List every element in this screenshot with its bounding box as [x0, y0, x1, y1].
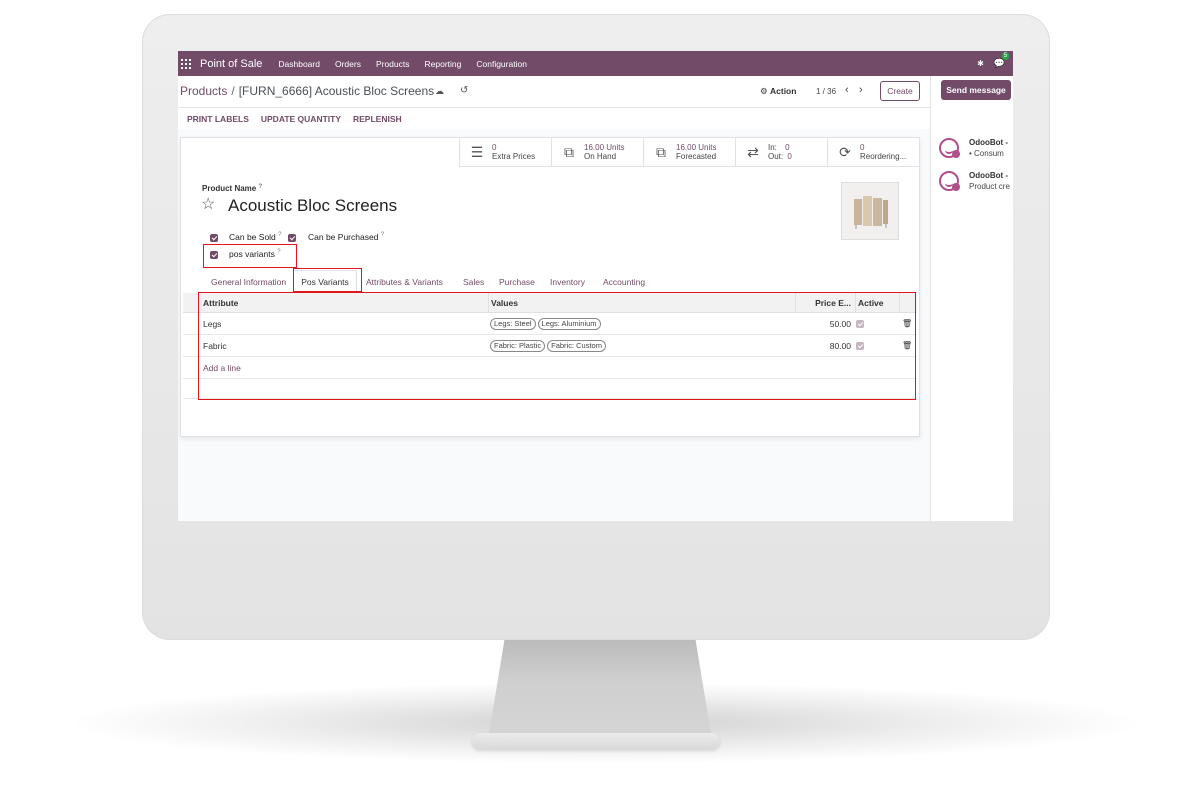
can-be-sold-label: Can be Sold ? [229, 232, 282, 242]
tab-general-information[interactable]: General Information [211, 277, 286, 287]
stat-value: 16.00 Units [676, 143, 717, 152]
smart-buttons: ☰ 0 Extra Prices ⧉ 16.00 Units On Hand ⧉ 1… [459, 138, 919, 167]
chat-icon[interactable]: 💬 5 [994, 52, 1010, 69]
tab-sales[interactable]: Sales [463, 277, 484, 287]
can-be-sold-checkbox[interactable] [210, 234, 218, 242]
in-label: In: [768, 143, 777, 152]
tab-accounting[interactable]: Accounting [603, 277, 645, 287]
send-message-button[interactable]: Send message [941, 80, 1011, 100]
pager-value[interactable]: 1 / 36 [816, 87, 836, 96]
on-hand-button[interactable]: ⧉ 16.00 Units On Hand [551, 138, 643, 167]
can-be-purchased-checkbox[interactable] [288, 234, 296, 242]
apps-grid-icon[interactable] [181, 58, 191, 69]
tab-purchase[interactable]: Purchase [499, 277, 535, 287]
list-icon: ☰ [470, 143, 484, 160]
product-name-field[interactable]: Acoustic Bloc Screens [228, 196, 397, 216]
breadcrumb-products-link[interactable]: Products [180, 84, 227, 98]
tab-inventory[interactable]: Inventory [550, 277, 585, 287]
gear-icon: ⚙ [760, 86, 768, 96]
highlight-pos-variants-tab [293, 268, 362, 292]
chatter-divider [930, 76, 931, 521]
extra-prices-button[interactable]: ☰ 0 Extra Prices [459, 138, 551, 167]
screen-panels-image [854, 196, 888, 229]
out-value: 0 [787, 152, 792, 161]
message-author: OdooBot - [969, 171, 1009, 180]
help-icon[interactable]: ? [278, 232, 281, 238]
product-name-label: Product Name ? [202, 184, 262, 193]
pager-next-icon[interactable]: › [859, 84, 863, 96]
breadcrumb: Products / [FURN_6666] Acoustic Bloc Scree… [180, 84, 434, 98]
form-statusbar: PRINT LABELS UPDATE QUANTITY REPLENISH [178, 108, 930, 129]
tab-attributes-variants[interactable]: Attributes & Variants [366, 277, 443, 287]
product-name-label-text: Product Name [202, 184, 257, 193]
chatter-message: OdooBot - Product cre [939, 171, 1010, 191]
in-value: 0 [785, 143, 790, 152]
stat-label: On Hand [584, 152, 617, 161]
stat-value: 0 [860, 143, 865, 152]
favorite-star-icon[interactable]: ☆ [201, 194, 215, 214]
odoobot-avatar [939, 171, 960, 191]
message-count-badge: 5 [1001, 52, 1010, 60]
message-author: OdooBot - [969, 138, 1009, 147]
app-title[interactable]: Point of Sale [200, 58, 262, 70]
forecasted-button[interactable]: ⧉ 16.00 Units Forecasted [643, 138, 735, 167]
in-out-button[interactable]: ⇄ In: 0 Out: 0 [735, 138, 827, 167]
message-body: • Consum [969, 149, 1004, 158]
menu-reporting[interactable]: Reporting [425, 59, 462, 69]
help-icon[interactable]: ? [258, 184, 262, 190]
can-be-purchased-label: Can be Purchased ? [308, 232, 384, 242]
menu-dashboard[interactable]: Dashboard [278, 59, 320, 69]
breadcrumb-current: [FURN_6666] Acoustic Bloc Screens [238, 84, 435, 98]
discard-icon[interactable]: ↺ [460, 85, 468, 96]
message-body: Product cre [969, 182, 1010, 191]
stat-label: Forecasted [676, 152, 717, 161]
pager-previous-icon[interactable]: ‹ [845, 84, 849, 96]
top-navbar: Point of Sale Dashboard Orders Products … [178, 51, 1013, 76]
print-labels-button[interactable]: PRINT LABELS [187, 114, 249, 124]
highlight-pos-variants [203, 244, 297, 268]
menu-products[interactable]: Products [376, 59, 410, 69]
odoobot-avatar [939, 138, 960, 158]
cubes-icon: ⧉ [564, 143, 574, 160]
reordering-button[interactable]: ⟳ 0 Reordering... [827, 138, 919, 167]
product-image[interactable] [841, 182, 899, 240]
can-be-purchased-text: Can be Purchased [308, 232, 379, 242]
update-quantity-button[interactable]: UPDATE QUANTITY [261, 114, 341, 124]
highlight-variants-table [198, 292, 916, 400]
can-be-sold-text: Can be Sold [229, 232, 276, 242]
breadcrumb-separator: / [231, 84, 235, 98]
action-button[interactable]: ⚙ Action [760, 86, 796, 97]
refresh-icon: ⟳ [839, 143, 851, 160]
stat-label: Reordering... [860, 152, 907, 161]
out-label: Out: [768, 152, 784, 161]
action-label: Action [770, 86, 797, 96]
monitor-stand-base [472, 733, 720, 749]
bug-icon[interactable]: ✱ [977, 59, 984, 68]
stat-value: 16.00 Units [584, 143, 625, 152]
form-sheet: ☰ 0 Extra Prices ⧉ 16.00 Units On Hand ⧉ 1… [180, 137, 920, 437]
cubes-icon: ⧉ [656, 143, 666, 160]
menu-configuration[interactable]: Configuration [476, 59, 527, 69]
navbar-systray: ✱ 💬 5 [977, 51, 1013, 76]
replenish-button[interactable]: REPLENISH [353, 114, 402, 124]
cloud-upload-icon[interactable]: ☁ [435, 86, 444, 97]
stat-label: Extra Prices [492, 152, 536, 161]
menu-orders[interactable]: Orders [335, 59, 361, 69]
monitor-stand [487, 636, 713, 746]
exchange-icon: ⇄ [747, 143, 759, 160]
help-icon[interactable]: ? [381, 232, 384, 238]
stat-value: 0 [492, 143, 497, 152]
chatter-message: OdooBot - • Consum [939, 138, 1008, 158]
create-button[interactable]: Create [880, 81, 920, 101]
app-screen: Point of Sale Dashboard Orders Products … [178, 51, 1013, 521]
